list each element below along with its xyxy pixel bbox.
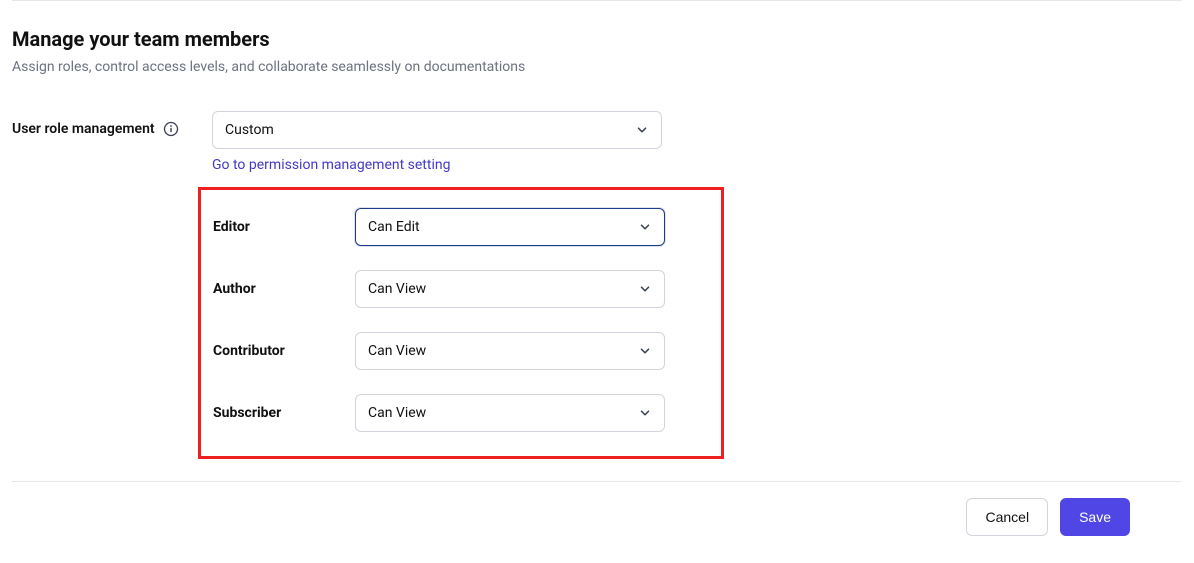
- chevron-down-icon: [638, 220, 652, 234]
- page-subtitle: Assign roles, control access levels, and…: [12, 59, 1182, 75]
- role-row-subscriber: Subscriber Can View: [213, 394, 709, 432]
- chevron-down-icon: [635, 123, 649, 137]
- chevron-down-icon: [638, 282, 652, 296]
- role-select-contributor[interactable]: Can View: [355, 332, 665, 370]
- chevron-down-icon: [638, 344, 652, 358]
- role-label-contributor: Contributor: [213, 343, 355, 359]
- role-label-subscriber: Subscriber: [213, 405, 355, 421]
- user-role-select-value: Custom: [225, 122, 274, 138]
- role-select-value: Can View: [368, 405, 426, 421]
- page-title: Manage your team members: [12, 27, 1182, 51]
- save-button[interactable]: Save: [1060, 498, 1130, 536]
- roles-highlight-box: Editor Can Edit Author Can View Contribu…: [198, 187, 724, 459]
- role-label-author: Author: [213, 281, 355, 297]
- role-row-contributor: Contributor Can View: [213, 332, 709, 370]
- footer-actions: Cancel Save: [0, 498, 1194, 536]
- footer-divider: [12, 481, 1182, 482]
- role-select-author[interactable]: Can View: [355, 270, 665, 308]
- user-role-label: User role management: [12, 121, 155, 137]
- info-icon[interactable]: [163, 121, 179, 137]
- cancel-button[interactable]: Cancel: [966, 498, 1048, 536]
- role-row-author: Author Can View: [213, 270, 709, 308]
- chevron-down-icon: [638, 406, 652, 420]
- role-select-subscriber[interactable]: Can View: [355, 394, 665, 432]
- top-divider: [12, 0, 1182, 1]
- role-label-editor: Editor: [213, 219, 355, 235]
- permission-management-link[interactable]: Go to permission management setting: [212, 157, 450, 173]
- role-select-value: Can View: [368, 281, 426, 297]
- role-row-editor: Editor Can Edit: [213, 208, 709, 246]
- role-select-editor[interactable]: Can Edit: [355, 208, 665, 246]
- user-role-select[interactable]: Custom: [212, 111, 662, 149]
- role-select-value: Can Edit: [368, 219, 420, 235]
- role-select-value: Can View: [368, 343, 426, 359]
